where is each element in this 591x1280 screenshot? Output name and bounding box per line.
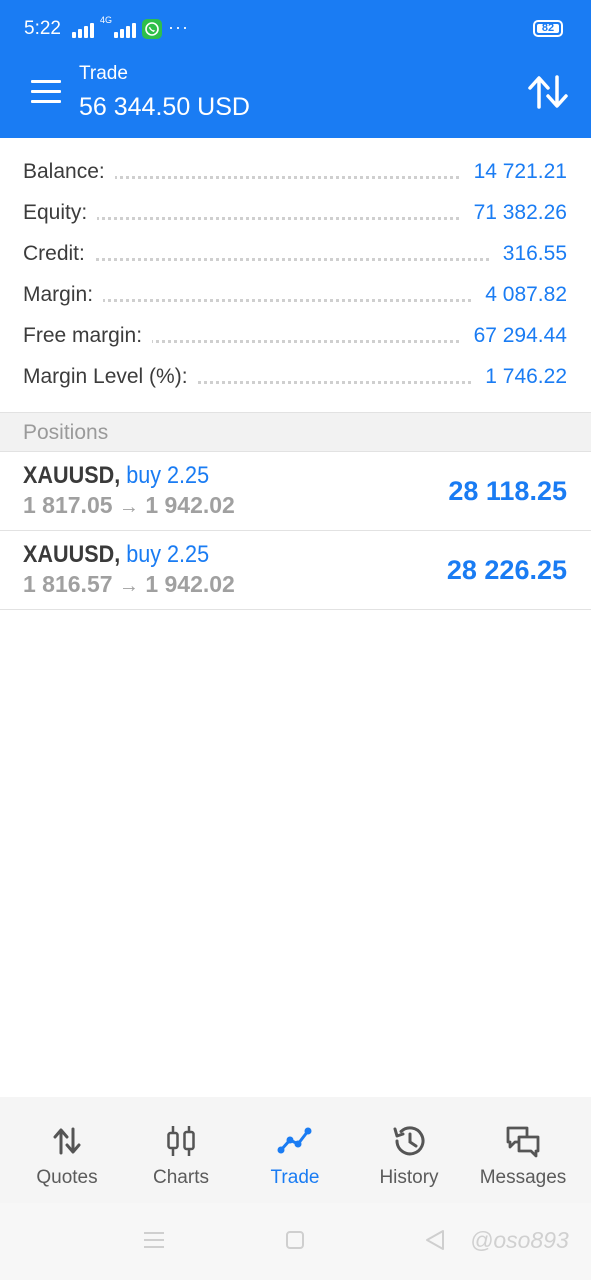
position-side: buy 2.25	[126, 541, 210, 568]
tab-label: Trade	[270, 1167, 320, 1188]
battery-icon: 82	[533, 20, 563, 37]
page-title: Trade	[79, 63, 128, 84]
open-price: 1 817.05	[23, 492, 113, 518]
whatsapp-icon	[142, 19, 162, 39]
recent-apps-icon[interactable]	[144, 1232, 164, 1248]
arrow-right-icon: →	[118, 496, 139, 518]
network-type: 4G	[100, 15, 113, 25]
history-clock-icon	[391, 1123, 427, 1159]
tab-label: Quotes	[36, 1167, 98, 1188]
open-price: 1 816.57	[23, 571, 113, 597]
position-prices: 1 817.05 → 1 942.02	[23, 492, 235, 519]
summary-value: 4 087.82	[473, 283, 567, 307]
signal-icon-2	[114, 20, 136, 38]
positions-section-header: Positions	[0, 412, 591, 452]
summary-value: 316.55	[490, 242, 567, 266]
tab-messages[interactable]: Messages	[464, 1097, 582, 1203]
current-price: 1 942.02	[145, 571, 235, 597]
positions-title: Positions	[23, 421, 109, 444]
current-price: 1 942.02	[145, 492, 235, 518]
position-symbol-line: XAUUSD, buy 2.25	[23, 541, 209, 569]
summary-label: Balance:	[23, 160, 115, 184]
position-profit: 28 226.25	[446, 555, 567, 585]
summary-row-credit: Credit: 316.55	[0, 234, 591, 275]
menu-icon[interactable]	[31, 80, 61, 104]
battery-level: 82	[541, 22, 555, 34]
account-total: 56 344.50 USD	[79, 93, 250, 121]
home-icon[interactable]	[286, 1231, 304, 1249]
summary-row-equity: Equity: 71 382.26	[0, 193, 591, 234]
summary-value: 71 382.26	[461, 201, 567, 225]
system-nav-bar: @oso893	[0, 1203, 591, 1280]
signal-icon	[72, 20, 94, 38]
messages-bubbles-icon	[505, 1123, 541, 1159]
summary-row-margin-level: Margin Level (%): 1 746.22	[0, 357, 591, 398]
position-profit: 28 118.25	[448, 476, 567, 506]
position-row[interactable]: XAUUSD, buy 2.25 1 817.05 → 1 942.02 28 …	[0, 452, 591, 531]
quotes-arrows-icon	[49, 1123, 85, 1159]
position-side: buy 2.25	[126, 462, 210, 489]
summary-row-balance: Balance: 14 721.21	[0, 152, 591, 193]
bottom-tab-bar: Quotes Charts Trade History Messages	[0, 1097, 591, 1203]
arrow-right-icon: →	[118, 575, 139, 597]
watermark: @oso893	[470, 1227, 569, 1253]
tab-history[interactable]: History	[350, 1097, 468, 1203]
tab-label: History	[379, 1167, 439, 1188]
back-icon[interactable]	[424, 1229, 446, 1251]
more-notifications-icon: ···	[168, 17, 189, 37]
summary-value: 1 746.22	[473, 365, 567, 389]
summary-row-free-margin: Free margin: 67 294.44	[0, 316, 591, 357]
position-symbol-line: XAUUSD, buy 2.25	[23, 462, 209, 490]
tab-trade[interactable]: Trade	[236, 1097, 354, 1203]
tab-quotes[interactable]: Quotes	[8, 1097, 126, 1203]
status-time: 5:22	[24, 18, 61, 39]
position-symbol: XAUUSD,	[23, 462, 121, 489]
tab-charts[interactable]: Charts	[122, 1097, 240, 1203]
summary-value: 67 294.44	[461, 324, 567, 348]
summary-label: Equity:	[23, 201, 98, 225]
tab-label: Messages	[479, 1167, 567, 1188]
summary-label: Credit:	[23, 242, 95, 266]
summary-label: Margin:	[23, 283, 104, 307]
status-bar: 5:22 4G ··· 82	[0, 0, 591, 60]
position-symbol: XAUUSD,	[23, 541, 121, 568]
summary-value: 14 721.21	[461, 160, 567, 184]
charts-candles-icon	[163, 1123, 199, 1159]
position-row[interactable]: XAUUSD, buy 2.25 1 816.57 → 1 942.02 28 …	[0, 531, 591, 610]
trade-line-icon	[277, 1123, 313, 1159]
position-prices: 1 816.57 → 1 942.02	[23, 571, 235, 598]
tab-label: Charts	[153, 1167, 209, 1188]
app-header: 5:22 4G ··· 82 Trade 56 344.50 USD	[0, 0, 591, 138]
summary-label: Free margin:	[23, 324, 153, 348]
account-summary: Balance: 14 721.21 Equity: 71 382.26 Cre…	[0, 152, 591, 398]
summary-label: Margin Level (%):	[23, 365, 198, 389]
sort-arrows-icon[interactable]	[527, 74, 569, 110]
summary-row-margin: Margin: 4 087.82	[0, 275, 591, 316]
